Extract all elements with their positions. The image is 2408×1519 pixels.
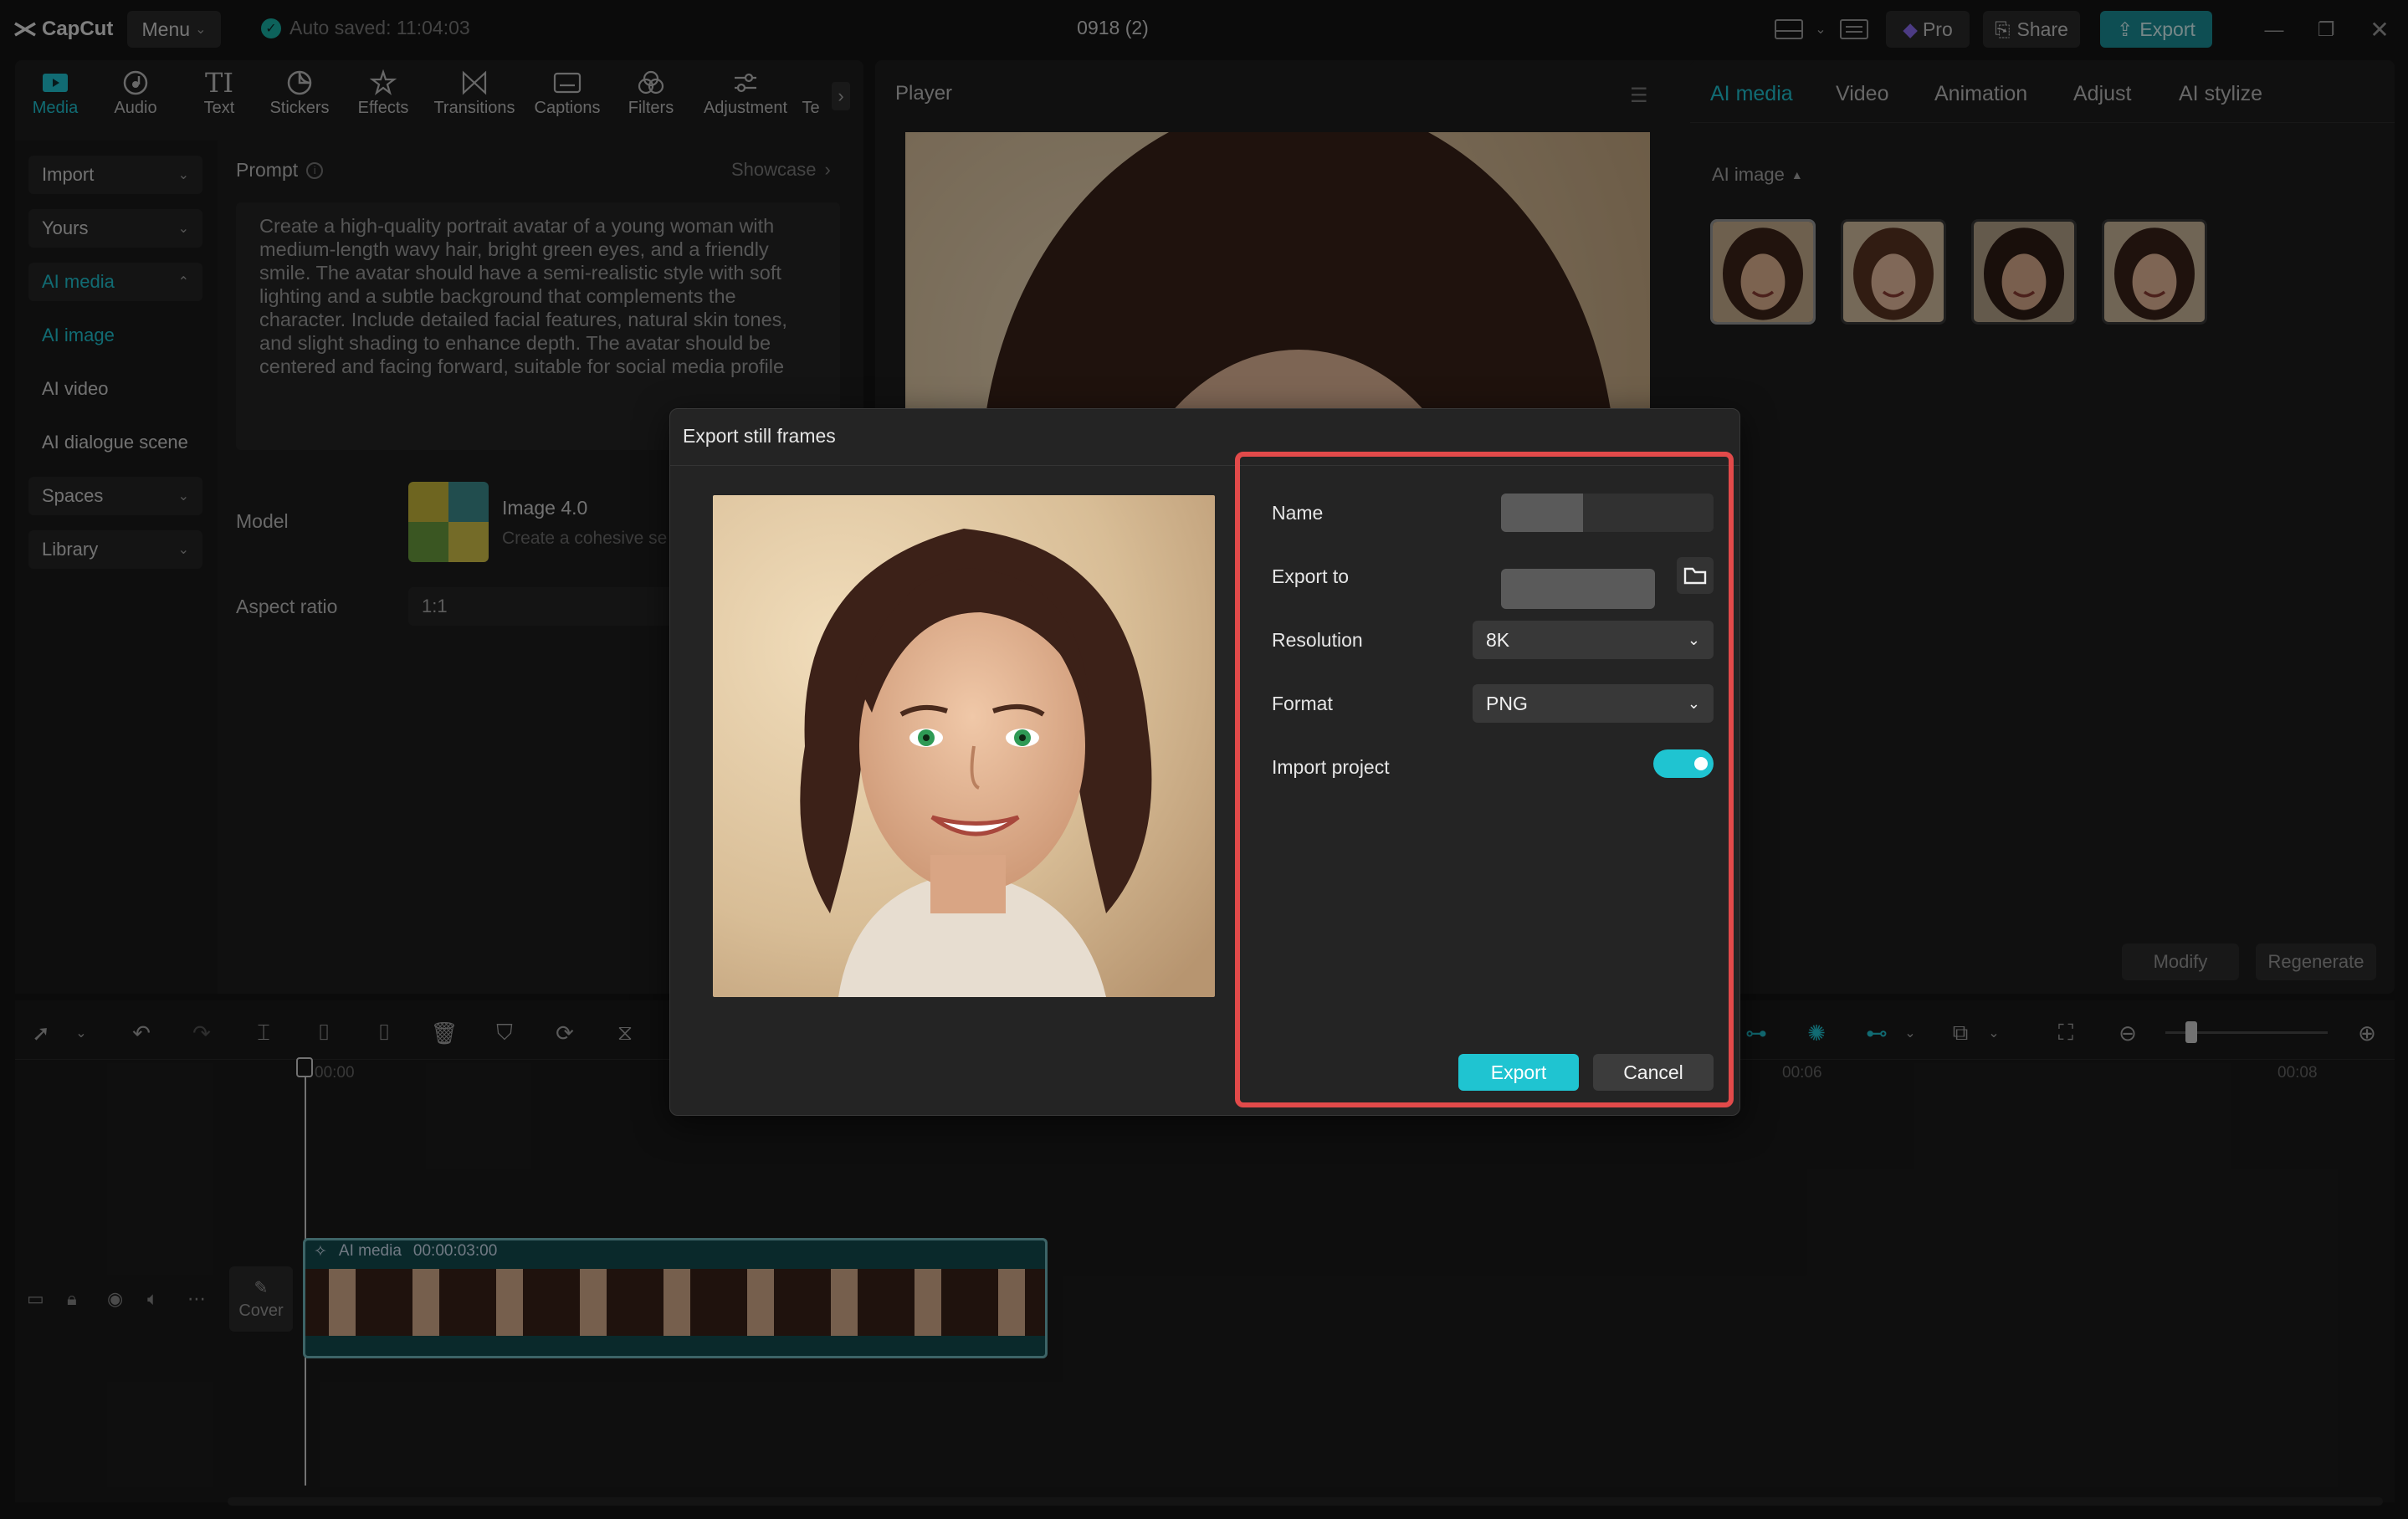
dialog-title: Export still frames: [683, 425, 836, 447]
settings-highlight-box: [1235, 452, 1734, 1107]
portrait-preview-image: [713, 495, 1215, 997]
frame-preview: [713, 495, 1215, 997]
